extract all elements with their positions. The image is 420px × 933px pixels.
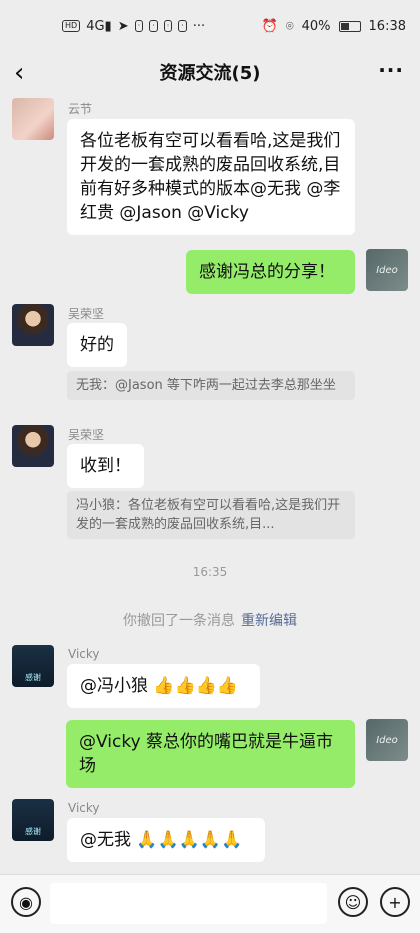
chat-messages[interactable]: 云节 各位老板有空可以看看哈,这是我们开发的一套成熟的废品回收系统,目前有好多种…	[0, 92, 420, 874]
avatar[interactable]: Ideo	[366, 249, 408, 291]
app-icon: ·	[178, 20, 187, 32]
emoji-icon[interactable]: ☺	[338, 887, 368, 917]
send-icon: ➤	[117, 18, 129, 34]
signal-icon: 4G▮	[86, 18, 112, 34]
recall-notice: 你撤回了一条消息 重新编辑	[0, 610, 420, 630]
sender-name: 吴荣坚	[68, 428, 105, 442]
sender-name: 云节	[68, 102, 93, 116]
timestamp: 16:35	[192, 565, 228, 579]
app-icon: ·	[163, 20, 173, 32]
message-bubble[interactable]: 感谢冯总的分享！	[186, 250, 355, 294]
avatar[interactable]	[12, 98, 54, 140]
status-bar: HD 4G▮ ➤ · · · · ··· ⏰ ⌾ 40% 16:38	[0, 0, 420, 52]
chat-header: ‹ 资源交流(5) ···	[0, 52, 420, 92]
message-bubble[interactable]: @冯小狼 👍👍👍👍	[67, 664, 260, 708]
message-bubble[interactable]: 各位老板有空可以看看哈,这是我们开发的一套成熟的废品回收系统,目前有好多种模式的…	[67, 119, 355, 235]
back-icon[interactable]: ‹	[14, 58, 24, 88]
battery-icon	[338, 20, 361, 32]
sender-name: Vicky	[68, 647, 100, 661]
avatar[interactable]: 感谢	[12, 645, 54, 687]
status-left-icons: HD 4G▮ ➤ · · · · ···	[62, 19, 205, 34]
avatar[interactable]	[12, 304, 54, 346]
avatar[interactable]: 感谢	[12, 799, 54, 841]
message-input[interactable]	[50, 883, 327, 924]
message-bubble[interactable]: @Vicky 蔡总你的嘴巴就是牛逼市场	[66, 720, 355, 788]
sender-name: 吴荣坚	[68, 307, 105, 321]
re-edit-link[interactable]: 重新编辑	[241, 613, 297, 629]
quoted-message[interactable]: 无我：@Jason 等下咋两一起过去李总那坐坐	[67, 371, 355, 400]
clock: 16:38	[368, 18, 406, 34]
voice-icon[interactable]: ◉	[11, 887, 41, 917]
alarm-icon: ⏰	[261, 18, 278, 34]
message-bubble[interactable]: 好的	[67, 323, 127, 367]
avatar[interactable]: Ideo	[366, 719, 408, 761]
sender-name: Vicky	[68, 801, 100, 815]
battery-percent: 40%	[301, 18, 331, 34]
hd-icon: HD	[62, 20, 81, 32]
input-bar: ◉ ☺ +	[0, 874, 420, 933]
avatar[interactable]	[12, 425, 54, 467]
plus-icon[interactable]: +	[380, 887, 410, 917]
chat-title: 资源交流(5)	[159, 63, 261, 84]
location-icon: ⌾	[285, 18, 294, 34]
quoted-message[interactable]: 冯小狼：各位老板有空可以看看哈,这是我们开发的一套成熟的废品回收系统,目...	[67, 491, 355, 539]
message-bubble[interactable]: @无我 🙏🙏🙏🙏🙏	[67, 818, 265, 862]
more-notifications-icon: ···	[192, 18, 206, 34]
more-button[interactable]: ···	[378, 58, 404, 82]
app-icon: ·	[134, 20, 144, 32]
app-icon: ·	[149, 20, 158, 32]
message-bubble[interactable]: 收到！	[67, 444, 144, 488]
recall-notice-text: 你撤回了一条消息	[123, 613, 235, 629]
